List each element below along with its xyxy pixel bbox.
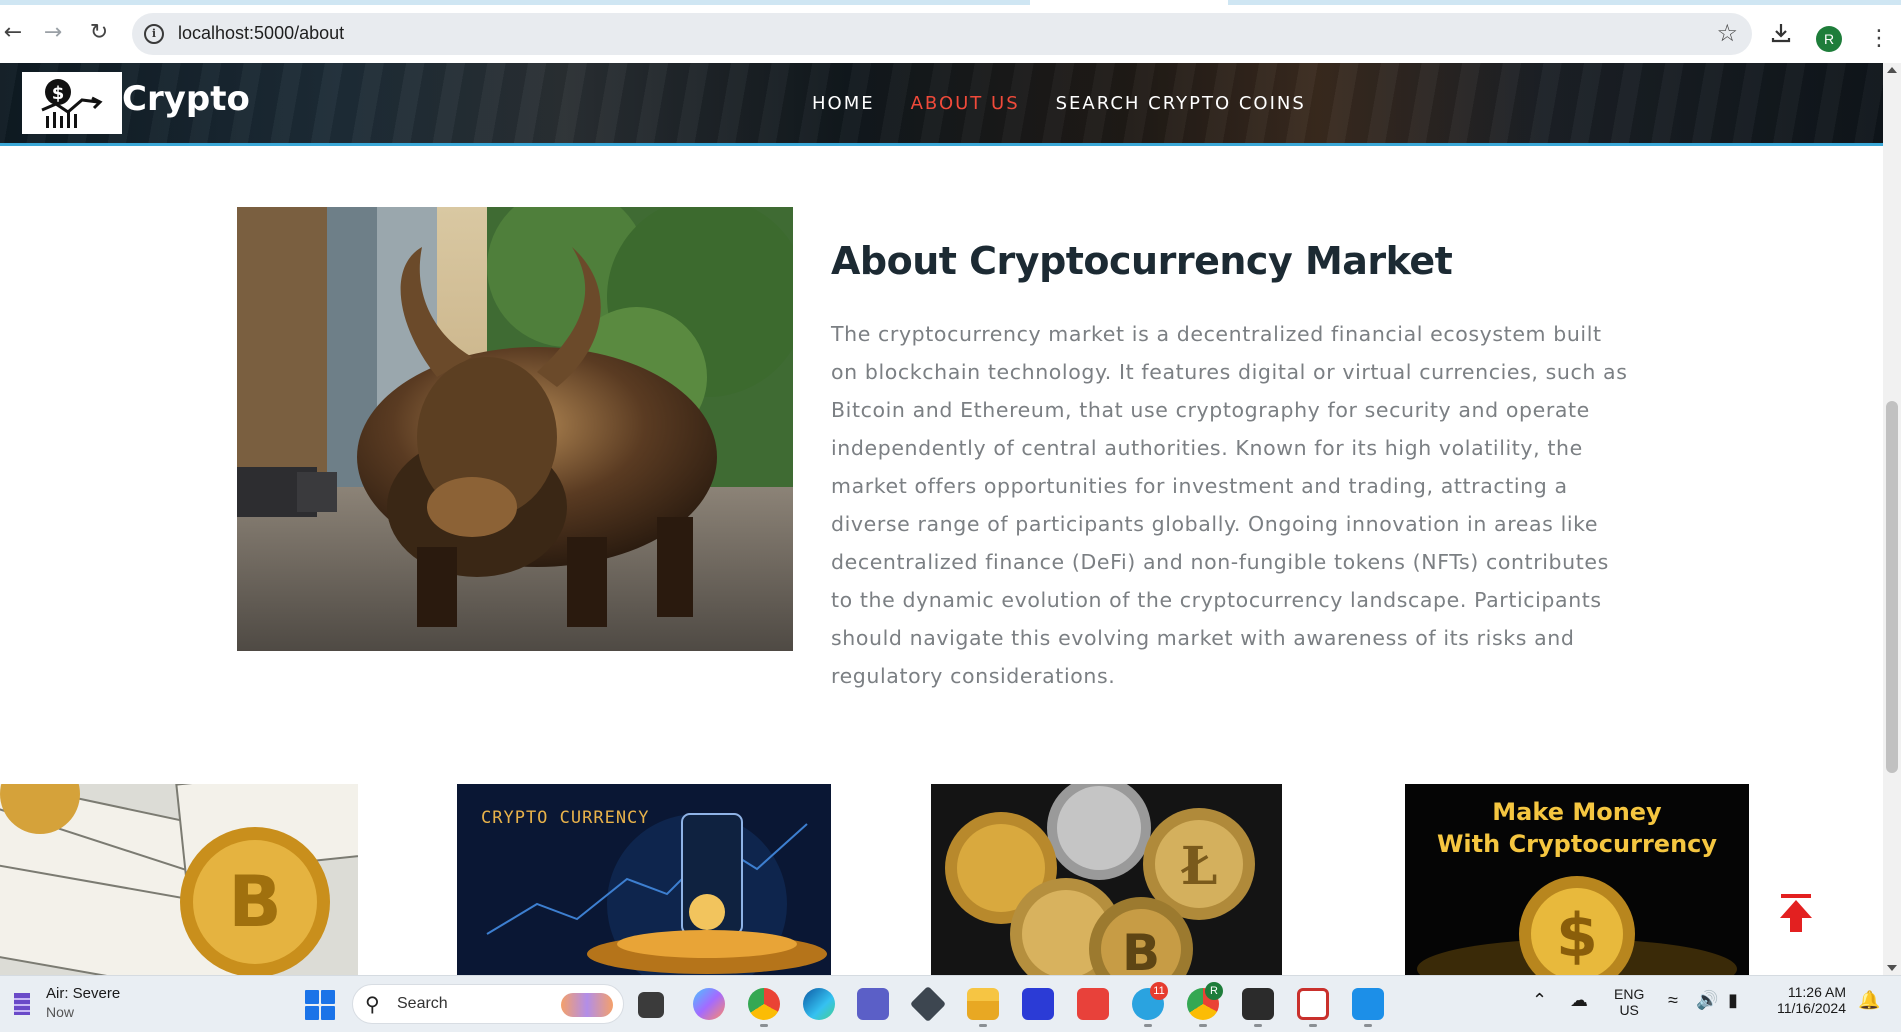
notification-bell-icon[interactable]: 🔔: [1858, 990, 1880, 1011]
language-indicator[interactable]: ENG US: [1614, 986, 1644, 1018]
taskbar-search-label: Search: [397, 995, 448, 1012]
telegram-badge: 11: [1150, 982, 1168, 1000]
site-info-icon[interactable]: i: [144, 24, 164, 44]
profile-avatar[interactable]: R: [1816, 26, 1842, 52]
search-icon: ⚲: [365, 992, 380, 1016]
main-nav: HOME ABOUT US SEARCH CRYPTO COINS: [812, 93, 1342, 114]
crypto-coins-image[interactable]: Ł B: [931, 784, 1282, 975]
svg-text:$: $: [1556, 901, 1598, 971]
page-viewport: $ Crypto HOME ABOUT US SEARCH CRYPTO COI…: [0, 63, 1883, 975]
crypto-currency-image[interactable]: CRYPTO CURRENCY: [457, 784, 831, 975]
chrome-icon[interactable]: [748, 988, 780, 1020]
wifi-icon[interactable]: ≈: [1668, 990, 1678, 1011]
copilot-icon[interactable]: [693, 988, 725, 1020]
bitcoin-cash-image[interactable]: B: [0, 784, 358, 975]
start-button[interactable]: [305, 990, 335, 1020]
about-title: About Cryptocurrency Market: [831, 239, 1453, 283]
site-logo[interactable]: $: [22, 72, 122, 134]
terminal-icon[interactable]: [1242, 988, 1274, 1020]
scroll-up-icon[interactable]: [1887, 67, 1897, 73]
make-money-caption: Make Money With Cryptocurrency: [1436, 798, 1718, 858]
download-icon[interactable]: [1766, 19, 1796, 47]
search-highlight-icon: [561, 993, 613, 1017]
weather-subtitle: Now: [46, 1004, 75, 1020]
scroll-down-icon[interactable]: [1887, 965, 1897, 971]
edge-icon[interactable]: [803, 988, 835, 1020]
reload-icon[interactable]: ↻: [86, 19, 112, 45]
onedrive-icon[interactable]: ☁: [1570, 990, 1588, 1011]
make-money-image[interactable]: $ Make Money With Cryptocurrency: [1405, 784, 1749, 975]
clock[interactable]: 11:26 AM 11/16/2024: [1766, 984, 1846, 1016]
task-view-icon[interactable]: [638, 992, 664, 1018]
chevron-up-icon[interactable]: ⌃: [1532, 990, 1547, 1011]
svg-text:B: B: [1122, 924, 1160, 975]
about-body: The cryptocurrency market is a decentral…: [831, 322, 1628, 688]
brand-name[interactable]: Crypto: [122, 79, 250, 119]
menu-kebab-icon[interactable]: ⋮: [1868, 25, 1890, 53]
scrollbar-thumb[interactable]: [1886, 401, 1898, 773]
nav-about-us[interactable]: ABOUT US: [911, 93, 1020, 114]
svg-text:Ł: Ł: [1181, 836, 1218, 897]
svg-text:$: $: [52, 83, 65, 104]
chrome-profile-badge: R: [1205, 982, 1223, 1000]
arrow-up-icon: [1780, 894, 1812, 932]
bookmark-star-icon[interactable]: ☆: [1716, 19, 1738, 47]
git-client-icon[interactable]: [1077, 988, 1109, 1020]
windows-taskbar: Air: Severe Now ⚲ Search 11 R ⌃ ☁ ENG US…: [0, 975, 1901, 1032]
weather-icon[interactable]: [10, 989, 34, 1019]
svg-text:B: B: [228, 861, 281, 943]
about-bull-image: [237, 207, 793, 651]
browser-toolbar: ← → ↻ i localhost:5000/about ☆ R ⋮: [0, 5, 1901, 63]
teams-icon[interactable]: [857, 988, 889, 1020]
page-scrollbar[interactable]: [1883, 63, 1901, 975]
file-explorer-icon[interactable]: [967, 988, 999, 1020]
address-url[interactable]: localhost:5000/about: [178, 23, 344, 44]
back-icon[interactable]: ←: [0, 19, 26, 45]
forward-icon[interactable]: →: [40, 19, 66, 45]
back-to-top-button[interactable]: [1778, 894, 1814, 934]
nav-search-crypto-coins[interactable]: SEARCH CRYPTO COINS: [1056, 93, 1306, 114]
crypto-currency-caption: CRYPTO CURRENCY: [481, 808, 650, 828]
dollar-chart-icon: $: [41, 79, 103, 128]
app-icon-red[interactable]: [1297, 988, 1329, 1020]
weather-title[interactable]: Air: Severe: [46, 985, 120, 1002]
address-bar[interactable]: i localhost:5000/about ☆: [132, 13, 1752, 55]
app-icon-blue[interactable]: [1022, 988, 1054, 1020]
taskbar-search[interactable]: ⚲ Search: [352, 984, 624, 1024]
nav-home[interactable]: HOME: [812, 93, 875, 114]
vscode-icon[interactable]: [1352, 988, 1384, 1020]
site-header: $ Crypto HOME ABOUT US SEARCH CRYPTO COI…: [0, 63, 1883, 146]
unity-icon[interactable]: [909, 985, 947, 1023]
volume-icon[interactable]: 🔊: [1696, 990, 1718, 1011]
battery-icon[interactable]: ▮: [1728, 990, 1738, 1011]
